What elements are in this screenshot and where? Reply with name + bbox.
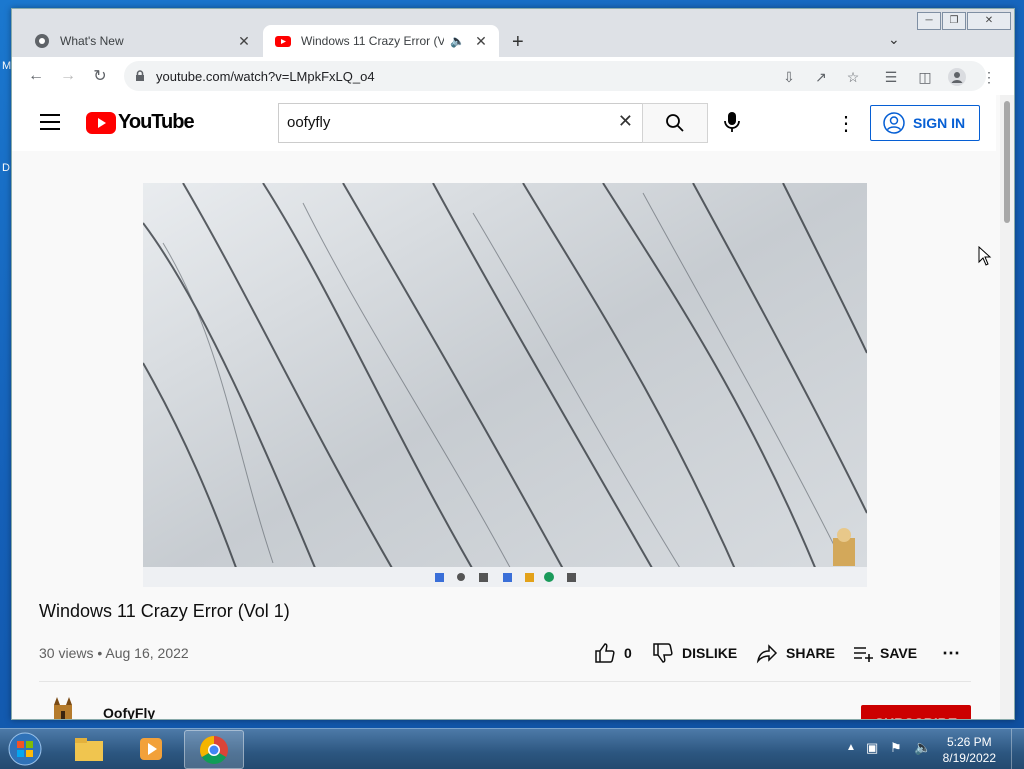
folder-icon xyxy=(75,737,103,761)
sign-in-label: SIGN IN xyxy=(913,115,966,131)
side-panel-icon[interactable]: ◫ xyxy=(916,68,934,86)
like-count: 0 xyxy=(624,645,632,661)
show-hidden-icons-icon[interactable]: ▲ xyxy=(846,742,856,753)
channel-name[interactable]: OofyFly xyxy=(103,705,155,719)
media-player-taskbar-button[interactable] xyxy=(122,730,180,767)
search-input[interactable]: oofyfly ✕ xyxy=(278,103,643,143)
youtube-logo-text: YouTube xyxy=(118,111,195,133)
views-and-date: 30 views • Aug 16, 2022 xyxy=(39,645,189,661)
clear-search-icon[interactable]: ✕ xyxy=(618,111,633,132)
tab-search-chevron-icon[interactable]: ⌄ xyxy=(888,31,900,48)
chrome-menu-icon[interactable]: ⋮ xyxy=(980,68,998,86)
taskbar: ▲ ▣ ⚑ 🔈 5:26 PM 8/19/2022 xyxy=(0,728,1024,769)
avatar[interactable] xyxy=(50,695,76,719)
scrollbar[interactable] xyxy=(1000,95,1014,719)
save-button[interactable]: SAVE xyxy=(852,635,917,671)
tab-title: What's New xyxy=(60,34,124,48)
chrome-icon xyxy=(35,34,49,48)
lock-icon xyxy=(136,70,144,81)
tab-youtube-video[interactable]: Windows 11 Crazy Error (Vol 🔈 ✕ xyxy=(263,25,499,57)
voice-search-button[interactable] xyxy=(724,111,740,138)
youtube-header: YouTube oofyfly ✕ ⋮ SIGN IN xyxy=(12,95,996,151)
account-icon xyxy=(883,112,905,134)
search-value: oofyfly xyxy=(287,114,331,131)
close-tab-icon[interactable]: ✕ xyxy=(471,33,491,50)
media-player-icon xyxy=(140,737,162,760)
clock-time: 5:26 PM xyxy=(946,735,992,749)
bookmark-star-icon[interactable]: ☆ xyxy=(844,68,862,86)
start-button[interactable] xyxy=(0,730,50,767)
desktop-icon-label[interactable]: M xyxy=(2,60,11,72)
clock[interactable]: 5:26 PM 8/19/2022 xyxy=(943,734,996,766)
tab-title: Windows 11 Crazy Error (Vol xyxy=(301,34,445,48)
forward-button[interactable]: → xyxy=(54,62,82,90)
divider xyxy=(39,681,971,682)
share-button[interactable]: SHARE xyxy=(756,635,835,671)
youtube-page: YouTube oofyfly ✕ ⋮ SIGN IN Windows 11 C… xyxy=(12,95,1014,719)
search-icon xyxy=(666,114,684,132)
like-button[interactable]: 0 xyxy=(594,635,632,671)
dislike-button[interactable]: DISLIKE xyxy=(652,635,737,671)
desktop-icon-label[interactable]: D xyxy=(2,162,10,174)
add-to-playlist-icon xyxy=(854,647,873,662)
chrome-window: ─ ❐ ✕ What's New ✕ Windows 11 Crazy Erro… xyxy=(11,8,1015,720)
mouse-cursor-icon xyxy=(978,246,992,266)
youtube-icon xyxy=(275,36,291,47)
speaker-icon[interactable]: 🔈 xyxy=(450,34,465,48)
volume-icon[interactable]: 🔈 xyxy=(914,739,931,756)
youtube-logo-icon xyxy=(86,111,116,134)
show-desktop-button[interactable] xyxy=(1011,729,1024,769)
reload-button[interactable]: ↻ xyxy=(86,62,114,90)
chrome-icon xyxy=(200,735,228,764)
video-player[interactable] xyxy=(143,183,867,587)
tab-strip: What's New ✕ Windows 11 Crazy Error (Vol… xyxy=(12,21,1014,57)
subscribe-button[interactable]: SUBSCRIBE xyxy=(861,705,971,719)
windows-logo-icon xyxy=(8,732,42,765)
sign-in-button[interactable]: SIGN IN xyxy=(870,105,980,141)
dislike-label: DISLIKE xyxy=(682,645,738,661)
share-page-icon[interactable]: ↗ xyxy=(812,68,830,86)
share-arrow-icon xyxy=(756,644,778,664)
search-button[interactable] xyxy=(642,103,708,143)
settings-menu-icon[interactable]: ⋮ xyxy=(836,111,856,136)
clock-date: 8/19/2022 xyxy=(942,751,996,765)
thumbs-up-icon xyxy=(595,643,615,663)
profile-icon[interactable] xyxy=(948,68,966,86)
close-tab-icon[interactable]: ✕ xyxy=(234,33,254,50)
share-label: SHARE xyxy=(786,645,836,661)
new-tab-button[interactable]: + xyxy=(512,31,524,54)
video-frame-image xyxy=(143,183,867,587)
channel-avatar-icon xyxy=(54,697,72,719)
thumbs-down-icon xyxy=(653,643,673,663)
microphone-icon xyxy=(724,112,740,132)
youtube-logo[interactable]: YouTube xyxy=(86,111,195,134)
file-explorer-taskbar-button[interactable] xyxy=(60,730,118,767)
media-controls-icon[interactable]: ☰ xyxy=(882,68,900,86)
browser-toolbar: ← → ↻ youtube.com/watch?v=LMpkFxLQ_o4 ⇩ … xyxy=(12,57,1014,95)
scrollbar-thumb[interactable] xyxy=(1004,101,1010,223)
url-text: youtube.com/watch?v=LMpkFxLQ_o4 xyxy=(156,68,375,84)
more-actions-icon[interactable]: ⋯ xyxy=(942,635,960,671)
back-button[interactable]: ← xyxy=(22,62,50,90)
tab-whats-new[interactable]: What's New ✕ xyxy=(22,25,262,57)
action-center-flag-icon[interactable]: ⚑ xyxy=(890,740,902,756)
video-title: Windows 11 Crazy Error (Vol 1) xyxy=(39,601,290,621)
network-icon[interactable]: ▣ xyxy=(866,740,878,756)
install-app-icon[interactable]: ⇩ xyxy=(780,68,798,86)
save-label: SAVE xyxy=(880,645,918,661)
chrome-taskbar-button[interactable] xyxy=(184,730,244,769)
hamburger-menu-icon[interactable] xyxy=(40,113,62,136)
